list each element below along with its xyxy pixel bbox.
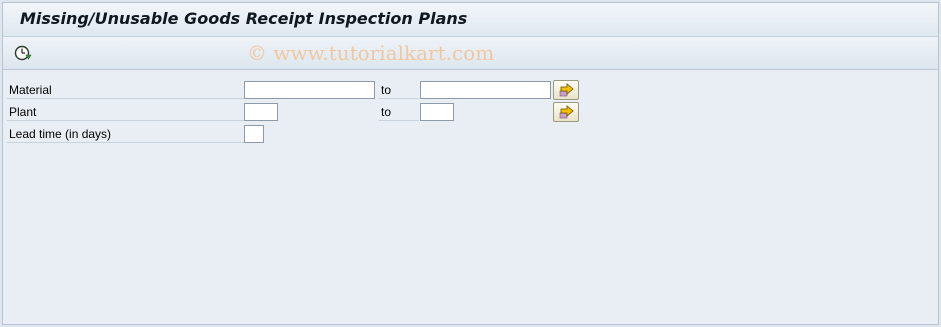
arrow-right-icon [559,105,574,119]
clock-execute-icon [14,45,32,61]
lead-time-label: Lead time (in days) [7,125,245,143]
lead-time-input[interactable] [244,125,264,143]
material-to-input[interactable] [420,81,551,99]
material-label: Material [7,81,245,99]
title-bar: Missing/Unusable Goods Receipt Inspectio… [3,3,938,37]
watermark: © www.tutorialkart.com [247,41,495,65]
plant-multiple-selection-button[interactable] [553,102,579,122]
selection-screen: Material to Plant to Lead time (in days) [3,70,938,324]
execute-button[interactable] [13,43,33,63]
sap-window: Missing/Unusable Goods Receipt Inspectio… [2,2,939,325]
plant-to-input[interactable] [420,103,454,121]
material-to-label: to [379,81,419,99]
application-toolbar: © www.tutorialkart.com [3,37,938,70]
material-multiple-selection-button[interactable] [553,80,579,100]
material-from-input[interactable] [244,81,375,99]
arrow-right-icon [559,83,574,97]
plant-from-input[interactable] [244,103,278,121]
page-title: Missing/Unusable Goods Receipt Inspectio… [20,9,468,28]
plant-label: Plant [7,103,245,121]
plant-to-label: to [379,103,419,121]
